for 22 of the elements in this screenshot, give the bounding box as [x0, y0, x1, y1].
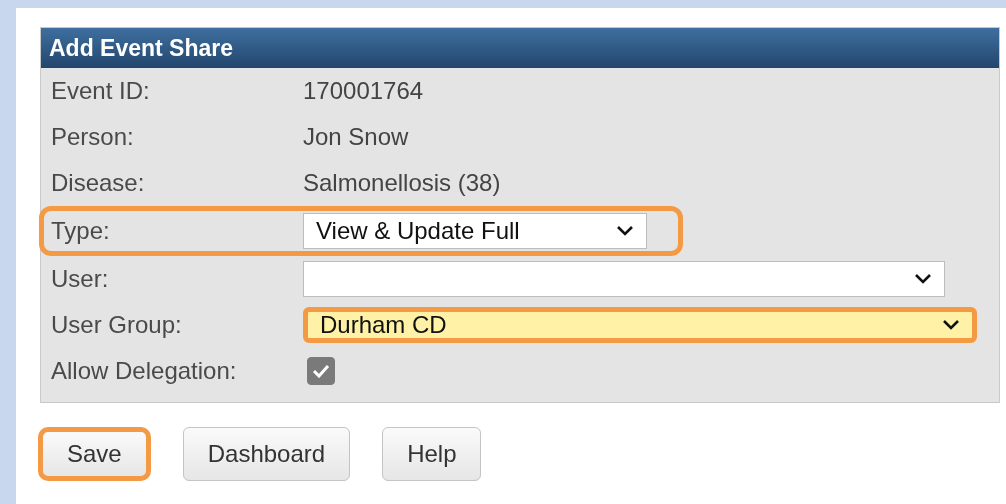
field-label: Event ID: [50, 77, 151, 105]
select-field[interactable]: Durham CD [303, 307, 977, 343]
checkbox[interactable] [307, 357, 335, 385]
chevron-down-icon [914, 273, 932, 285]
select-field[interactable]: View & Update Full [303, 213, 647, 249]
checkmark-icon [312, 364, 330, 378]
panel-title: Add Event Share [41, 28, 999, 68]
field-value: Jon Snow [303, 123, 409, 151]
field-label: Type: [50, 217, 111, 245]
form-button[interactable]: Help [382, 427, 482, 481]
field-label: User Group: [50, 311, 183, 339]
field-label: User: [50, 265, 110, 293]
field-label: Disease: [50, 169, 146, 197]
field-label: Allow Delegation: [50, 357, 238, 385]
form-button[interactable]: Save [38, 427, 151, 481]
form-button[interactable]: Dashboard [182, 427, 351, 481]
select-field[interactable] [303, 261, 945, 297]
chevron-down-icon [942, 319, 960, 331]
field-value: Salmonellosis (38) [303, 169, 501, 197]
chevron-down-icon [616, 225, 634, 237]
field-label: Person: [50, 123, 135, 151]
field-value: 170001764 [303, 77, 424, 105]
